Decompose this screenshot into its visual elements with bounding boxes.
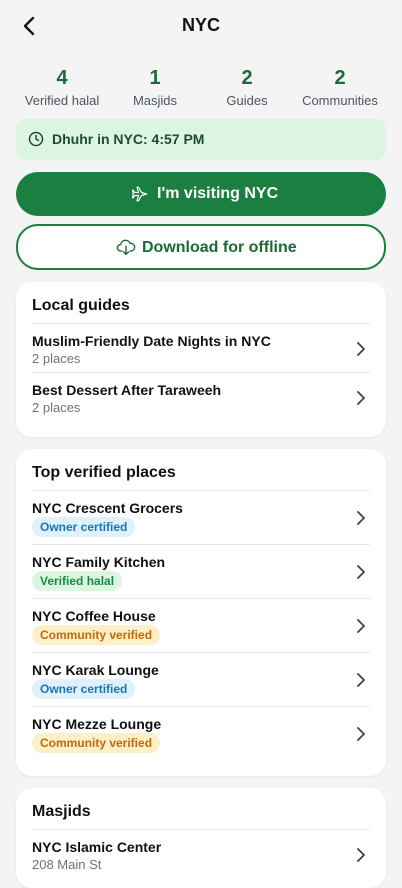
prayer-time-banner: Dhuhr in NYC: 4:57 PM <box>16 119 386 160</box>
guide-item[interactable]: Muslim-Friendly Date Nights in NYC 2 pla… <box>32 323 370 373</box>
stat-communities[interactable]: 2 Communities <box>290 66 390 108</box>
stat-label: Communities <box>302 93 378 108</box>
stat-label: Verified halal <box>24 93 100 108</box>
page-title: NYC <box>181 15 220 35</box>
section-title: Masjids <box>32 803 91 820</box>
top-verified-places-card: Top verified places NYC Crescent Grocers… <box>16 449 386 776</box>
airplane-icon <box>131 186 148 202</box>
place-item[interactable]: NYC Crescent Grocers Owner certified <box>32 490 370 545</box>
stats-bar: 4 Verified halal 1 Masjids 2 Guides 2 Co… <box>16 66 386 112</box>
prayer-time-text: Dhuhr in NYC: 4:57 PM <box>52 131 205 147</box>
place-name: NYC Crescent Grocers <box>32 500 183 516</box>
place-name: NYC Karak Lounge <box>32 662 159 678</box>
place-name: NYC Family Kitchen <box>32 554 166 570</box>
place-item[interactable]: NYC Mezze Lounge Community verified <box>32 706 370 761</box>
guide-place-count: 2 places <box>32 400 81 415</box>
chevron-right-icon <box>357 619 365 633</box>
chevron-right-icon <box>357 565 365 579</box>
stat-verified-halal[interactable]: 4 Verified halal <box>12 66 112 108</box>
place-item[interactable]: NYC Karak Lounge Owner certified <box>32 652 370 707</box>
owner-certified-badge: Owner certified <box>32 517 136 537</box>
header: NYC <box>0 0 402 52</box>
chevron-right-icon <box>357 727 365 741</box>
stat-value: 2 <box>241 67 253 89</box>
chevron-right-icon <box>357 848 365 862</box>
stat-label: Masjids <box>132 93 178 108</box>
stat-masjids[interactable]: 1 Masjids <box>105 66 205 108</box>
visiting-button-label: I'm visiting NYC <box>157 185 279 202</box>
download-offline-label: Download for offline <box>142 239 297 256</box>
masjid-item[interactable]: NYC Islamic Center 208 Main St <box>32 829 370 880</box>
community-verified-badge: Community verified <box>32 733 161 753</box>
community-verified-badge: Community verified <box>32 625 161 645</box>
chevron-right-icon <box>357 391 365 405</box>
download-offline-button[interactable]: Download for offline <box>16 224 386 270</box>
place-name: NYC Coffee House <box>32 608 156 624</box>
masjid-name: NYC Islamic Center <box>32 839 162 855</box>
guide-item[interactable]: Best Dessert After Taraweeh 2 places <box>32 372 370 422</box>
local-guides-card: Local guides Muslim-Friendly Date Nights… <box>16 282 386 437</box>
masjids-card: Masjids NYC Islamic Center 208 Main St <box>16 788 386 888</box>
place-name: NYC Mezze Lounge <box>32 716 162 732</box>
stat-label: Guides <box>226 93 268 108</box>
cloud-download-icon <box>116 239 136 256</box>
place-item[interactable]: NYC Coffee House Community verified <box>32 598 370 653</box>
chevron-right-icon <box>357 673 365 687</box>
stat-value: 1 <box>149 67 161 89</box>
section-title: Top verified places <box>32 464 176 481</box>
clock-icon <box>28 131 44 147</box>
stat-guides[interactable]: 2 Guides <box>197 66 297 108</box>
visiting-button[interactable]: I'm visiting NYC <box>16 172 386 216</box>
guide-name: Muslim-Friendly Date Nights in NYC <box>32 333 271 349</box>
chevron-right-icon <box>357 511 365 525</box>
guide-place-count: 2 places <box>32 351 81 366</box>
section-title: Local guides <box>32 297 130 314</box>
masjid-address: 208 Main St <box>32 857 102 872</box>
stat-value: 4 <box>56 67 68 89</box>
stat-value: 2 <box>334 67 346 89</box>
owner-certified-badge: Owner certified <box>32 679 136 699</box>
guide-name: Best Dessert After Taraweeh <box>32 382 222 398</box>
place-item[interactable]: NYC Family Kitchen Verified halal <box>32 544 370 599</box>
chevron-right-icon <box>357 342 365 356</box>
verified-halal-badge: Verified halal <box>32 571 123 591</box>
